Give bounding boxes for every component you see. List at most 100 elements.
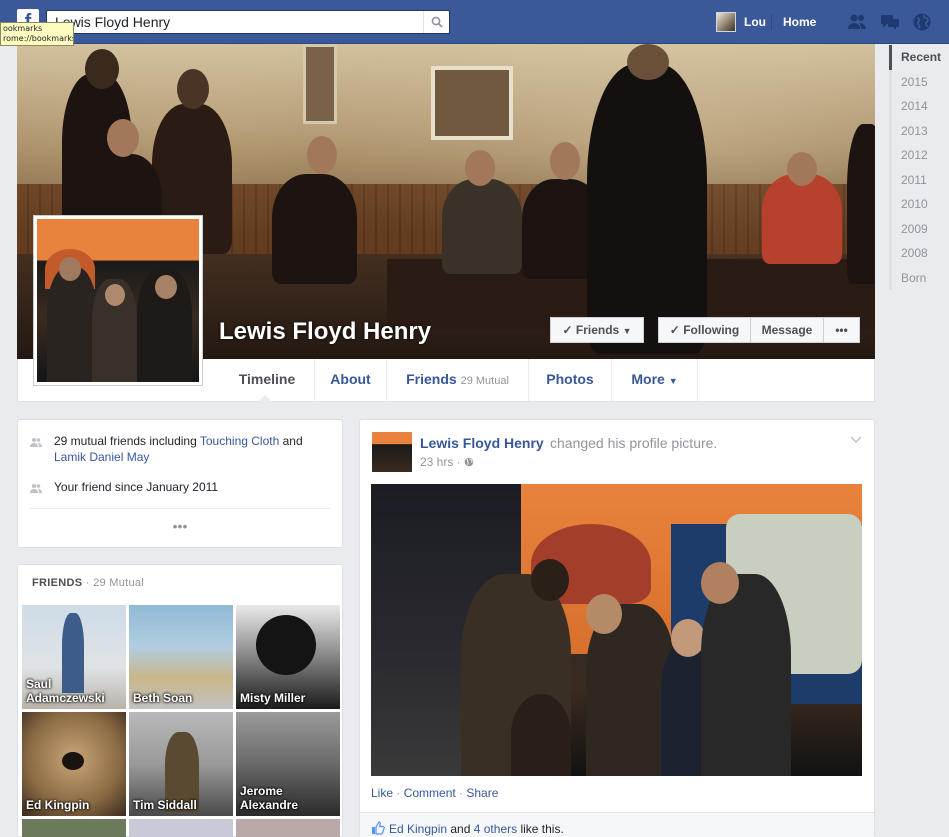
year-item-2011[interactable]: 2011 [889,167,949,192]
divider [30,508,330,509]
tooltip-title: ookmarks [3,24,43,33]
profile-name[interactable]: Lewis Floyd Henry [219,318,431,346]
tab-friends-label: Friends [406,371,457,387]
divider [771,14,772,30]
cover-person [442,179,522,274]
friend-tile[interactable] [22,819,126,837]
more-dots-icon: ••• [835,323,848,337]
mutual-friends-text: 29 mutual friends including Touching Clo… [54,433,334,465]
message-button[interactable]: Message [750,317,824,343]
profile-person [47,267,97,382]
post-options-chevron-icon[interactable] [850,434,862,444]
share-link[interactable]: Share [466,786,498,800]
tab-about[interactable]: About [315,359,387,401]
cover-person-head [85,49,119,89]
year-item-2014[interactable]: 2014 [889,94,949,119]
tab-friends[interactable]: Friends 29 Mutual [387,359,529,401]
mutual-friend-link-1[interactable]: Touching Cloth [200,434,279,448]
photo-person-head [586,594,622,634]
photo-person-head [671,619,705,657]
friend-tile[interactable]: Jerome Alexandre [236,712,340,816]
bookmarks-tooltip: ookmarks rome://bookmarks/ [0,22,74,46]
friend-tile[interactable]: Ed Kingpin [22,712,126,816]
tab-friends-count: 29 Mutual [460,375,509,387]
year-item-recent[interactable]: Recent [889,45,949,70]
friend-since-text: Your friend since January 2011 [54,480,219,494]
tab-about-label: About [330,371,371,387]
profile-picture[interactable] [33,215,203,386]
year-item-2013[interactable]: 2013 [889,118,949,143]
friends-card-header[interactable]: FRIENDS · 29 Mutual [32,577,144,589]
photo-person-crouching [511,694,571,776]
mutual-friend-link-2[interactable]: Lamik Daniel May [54,450,149,464]
timeline-year-navigator: Recent 2015 2014 2013 2012 2011 2010 200… [889,45,949,290]
search-icon [431,16,443,28]
search-box[interactable] [46,10,450,34]
see-more-dots-icon[interactable]: ••• [18,518,342,534]
post-author-link[interactable]: Lewis Floyd Henry [420,435,544,451]
photo-person [701,574,791,776]
separator: · [455,786,467,800]
check-icon: ✓ [562,323,573,337]
post-actions: Like · Comment · Share [371,786,498,800]
following-button[interactable]: ✓ Following [658,317,751,343]
thumbs-up-icon [372,821,385,835]
cover-person-head [107,119,139,157]
tab-photos[interactable]: Photos [529,359,612,401]
post-time-text: 23 hrs · [420,455,461,469]
likes-summary: Ed Kingpin and 4 others like this. [389,822,564,836]
home-link[interactable]: Home [783,15,816,29]
cover-person-head [307,136,337,174]
tab-more[interactable]: More ▼ [612,359,698,401]
cover-picture-frame [431,66,513,140]
tab-timeline-label: Timeline [238,371,296,387]
year-item-2015[interactable]: 2015 [889,69,949,94]
friend-tile[interactable]: Saul Adamczewski [22,605,126,709]
more-options-button[interactable]: ••• [823,317,860,343]
user-avatar[interactable] [716,12,736,32]
profile-person-head [155,275,177,299]
cover-mirror [303,44,337,124]
separator: · [393,786,404,800]
others-link[interactable]: 4 others [474,822,517,836]
photo-person-head [701,562,739,604]
messages-icon[interactable] [880,12,900,32]
friend-tile[interactable]: Tim Siddall [129,712,233,816]
comment-link[interactable]: Comment [404,786,456,800]
active-tab-pointer [258,395,272,402]
post-author-avatar[interactable] [372,432,412,472]
message-button-label: Message [761,323,813,337]
post-photo[interactable] [371,484,862,776]
user-name-link[interactable]: Lou [744,15,766,29]
friend-tile[interactable]: Misty Miller [236,605,340,709]
friend-tile[interactable]: Beth Soan [129,605,233,709]
post-timestamp[interactable]: 23 hrs · [420,455,474,469]
mutual-and: and [279,434,303,448]
friends-button[interactable]: ✓ Friends ▼ [550,317,644,343]
year-item-2009[interactable]: 2009 [889,216,949,241]
search-input[interactable] [47,11,417,33]
friend-tile[interactable] [236,819,340,837]
notifications-globe-icon[interactable] [912,12,932,32]
photo-person-head [531,559,569,601]
year-item-2012[interactable]: 2012 [889,143,949,168]
public-globe-icon [464,457,474,467]
mutual-prefix: 29 mutual friends including [54,434,200,448]
cover-person [762,174,842,264]
year-item-born[interactable]: Born [889,265,949,290]
tooltip-url: rome://bookmarks/ [3,34,74,43]
top-navigation-bar: f Lou Home [0,0,949,44]
friend-tile[interactable] [129,819,233,837]
mutual-friends-icon [30,438,42,447]
friend-photo-figure [256,615,316,675]
friend-requests-icon[interactable] [847,12,867,32]
like-link[interactable]: Like [371,786,393,800]
liker-link[interactable]: Ed Kingpin [389,822,447,836]
cover-person-head [787,152,817,186]
profile-person-head [59,257,81,281]
search-button[interactable] [423,11,449,33]
friend-name: Saul Adamczewski [26,677,105,705]
year-item-2008[interactable]: 2008 [889,241,949,266]
friends-card-title: FRIENDS [32,577,83,589]
year-item-2010[interactable]: 2010 [889,192,949,217]
